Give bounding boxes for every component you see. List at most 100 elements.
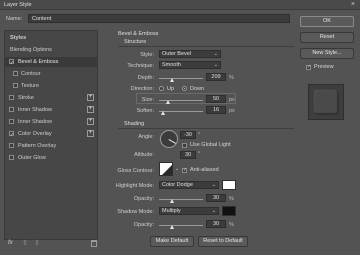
technique-value: Smooth: [162, 62, 181, 68]
blending-options-item[interactable]: Blending Options: [5, 45, 97, 55]
shadow-mode-value: Multiply: [162, 208, 181, 214]
add-color-overlay-icon[interactable]: +: [87, 130, 94, 137]
inner-shadow-checkbox[interactable]: [9, 119, 14, 124]
title-bar: Layer Style: [0, 0, 360, 10]
new-style-button[interactable]: New Style...: [300, 48, 354, 59]
shadow-color-swatch[interactable]: [222, 206, 236, 216]
highlight-opacity-unit: %: [229, 196, 234, 202]
chevron-down-icon: ⌄: [211, 182, 216, 188]
stroke-item[interactable]: Stroke +: [5, 93, 97, 103]
color-overlay-item[interactable]: Color Overlay +: [5, 129, 97, 140]
preview-checkbox[interactable]: [306, 64, 311, 70]
window-title: Layer Style: [4, 2, 32, 8]
structure-divider: [118, 46, 294, 47]
name-field[interactable]: Content: [28, 14, 290, 23]
highlight-opacity-slider[interactable]: [159, 199, 203, 200]
make-default-button[interactable]: Make Default: [150, 236, 194, 247]
global-light-checkbox[interactable]: [182, 143, 187, 148]
stroke-checkbox[interactable]: [9, 95, 14, 100]
highlight-opacity-input[interactable]: 30: [206, 194, 226, 202]
shadow-opacity-thumb[interactable]: [170, 225, 175, 229]
highlight-opacity-thumb[interactable]: [170, 199, 175, 203]
stroke-label: Stroke: [18, 95, 34, 101]
name-label: Name:: [6, 16, 23, 22]
highlight-color-swatch[interactable]: [222, 180, 236, 190]
inner-shadow-label: Inner Shadow: [18, 119, 52, 125]
shading-title: Shading: [124, 121, 145, 127]
trash-icon[interactable]: [91, 240, 97, 247]
fx-icon[interactable]: fx: [8, 240, 13, 246]
texture-item[interactable]: Texture: [5, 81, 97, 91]
altitude-input[interactable]: 30: [180, 151, 196, 159]
size-input[interactable]: 50: [206, 95, 226, 103]
shadow-mode-label: Shadow Mode:: [117, 209, 154, 215]
angle-label: Angle:: [138, 134, 154, 140]
chevron-down-icon[interactable]: ⌄: [175, 166, 179, 172]
move-up-icon[interactable]: ⇧: [22, 239, 28, 247]
bevel-emboss-checkbox[interactable]: [9, 58, 14, 68]
add-inner-shadow-icon[interactable]: +: [87, 118, 94, 125]
altitude-unit: °: [198, 151, 201, 157]
angle-input[interactable]: -30: [180, 131, 196, 139]
size-unit: px: [229, 97, 235, 103]
highlight-mode-select[interactable]: Color Dodge ⌄: [159, 181, 219, 189]
shadow-mode-select[interactable]: Multiply ⌄: [159, 207, 219, 215]
technique-select[interactable]: Smooth ⌄: [159, 61, 221, 69]
outer-glow-item[interactable]: Outer Glow: [5, 153, 97, 163]
chevron-down-icon: ⌄: [213, 62, 218, 68]
bevel-emboss-item[interactable]: Bevel & Emboss: [5, 57, 97, 68]
inner-shadow-label: Inner Shadow: [18, 107, 52, 113]
outer-glow-checkbox[interactable]: [9, 155, 14, 160]
reset-button[interactable]: Reset: [300, 32, 354, 43]
inner-shadow-item[interactable]: Inner Shadow +: [5, 105, 97, 115]
soften-slider-thumb[interactable]: [161, 111, 166, 115]
gloss-contour-picker[interactable]: [159, 162, 173, 176]
chevron-down-icon: ⌄: [213, 51, 218, 57]
technique-label: Technique:: [127, 63, 154, 69]
inner-shadow-item[interactable]: Inner Shadow +: [5, 117, 97, 127]
direction-down-radio[interactable]: [182, 86, 187, 91]
soften-input[interactable]: 16: [206, 106, 226, 114]
size-label: Size:: [141, 97, 154, 103]
style-select[interactable]: Outer Bevel ⌄: [159, 50, 221, 58]
depth-slider-thumb[interactable]: [170, 78, 175, 82]
pattern-overlay-item[interactable]: Pattern Overlay: [5, 141, 97, 151]
size-slider-thumb[interactable]: [165, 100, 170, 104]
depth-unit: %: [229, 75, 234, 81]
contour-item[interactable]: Contour: [5, 69, 97, 79]
structure-title: Structure: [124, 39, 147, 45]
highlight-mode-label: Highlight Mode:: [115, 183, 154, 189]
texture-checkbox[interactable]: [13, 83, 18, 88]
add-stroke-icon[interactable]: +: [87, 94, 94, 101]
direction-label: Direction:: [130, 86, 154, 92]
shadow-opacity-slider[interactable]: [159, 225, 203, 226]
contour-label: Contour: [21, 71, 41, 77]
add-inner-shadow-icon[interactable]: +: [87, 106, 94, 113]
soften-slider[interactable]: [159, 111, 203, 112]
direction-up-radio[interactable]: [159, 86, 164, 91]
anti-aliased-checkbox[interactable]: [182, 167, 187, 173]
depth-label: Depth:: [137, 75, 154, 81]
bevel-emboss-label: Bevel & Emboss: [18, 59, 59, 65]
soften-label: Soften:: [136, 108, 154, 114]
inner-shadow-checkbox[interactable]: [9, 107, 14, 112]
angle-dial[interactable]: [160, 130, 178, 148]
altitude-label: Altitude:: [134, 152, 154, 158]
contour-checkbox[interactable]: [13, 71, 18, 76]
depth-input[interactable]: 209: [206, 73, 226, 81]
pattern-overlay-label: Pattern Overlay: [18, 143, 57, 149]
gloss-contour-label: Gloss Contour:: [117, 168, 154, 174]
move-down-icon[interactable]: ⇩: [34, 239, 40, 247]
global-light-label: Use Global Light: [190, 142, 231, 148]
depth-slider[interactable]: [159, 78, 203, 79]
pattern-overlay-checkbox[interactable]: [9, 143, 14, 148]
ok-button[interactable]: OK: [300, 16, 354, 27]
color-overlay-checkbox[interactable]: [9, 130, 14, 140]
anti-aliased-label: Anti-aliased: [190, 167, 219, 173]
highlight-mode-value: Color Dodge: [162, 182, 193, 188]
reset-to-default-button[interactable]: Reset to Default: [198, 236, 248, 247]
preview-thumbnail: [308, 84, 344, 120]
shadow-opacity-input[interactable]: 30: [206, 220, 226, 228]
close-icon[interactable]: ×: [351, 1, 355, 8]
styles-header[interactable]: Styles: [5, 33, 97, 43]
